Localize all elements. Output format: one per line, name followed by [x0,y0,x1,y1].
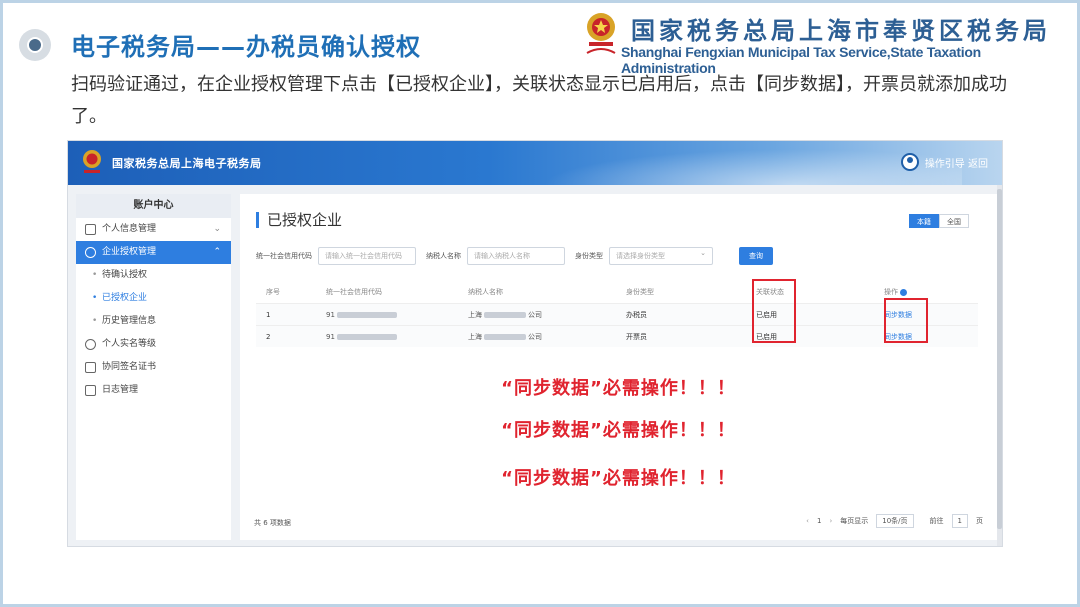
column-header: 纳税人名称 [468,288,503,296]
row-credit-code: 91 [326,326,399,348]
scope-toggle[interactable]: 本籍 全国 [909,214,969,228]
row-index: 1 [266,311,271,319]
page-unit: 页 [976,517,983,525]
sidebar-item-label: 日志管理 [102,385,139,395]
main-panel: 已授权企业 本籍 全国 统一社会信用代码 请输入统一社会信用代码 纳税人名称 请… [240,194,997,540]
table-row: 2 91 上海 公司 开票员 已启用 同步数据 [256,325,978,347]
row-index: 2 [266,333,271,341]
column-header: 统一社会信用代码 [326,288,382,296]
id-card-icon [85,224,96,235]
row-identity: 办税员 [626,311,647,319]
user-avatar-icon[interactable] [900,153,919,171]
info-icon[interactable] [900,288,907,296]
redacted-block [484,334,526,340]
sidebar-item-history[interactable]: 历史管理信息 [76,310,231,333]
sidebar-item-certificate[interactable]: 协同签名证书 [76,356,231,379]
credit-code-input[interactable]: 请输入统一社会信用代码 [318,247,416,265]
certificate-icon [85,362,96,373]
table-header: 序号 统一社会信用代码 纳税人名称 身份类型 关联状态 操作 [256,281,978,303]
sidebar-item-label: 企业授权管理 [102,247,157,257]
user-icon [85,339,96,350]
page-size-select[interactable]: 10条/页 [876,514,914,528]
row-credit-code: 91 [326,304,399,326]
taxpayer-label: 纳税人名称 [426,252,461,260]
total-count: 共 6 项数据 [254,519,291,527]
query-button[interactable]: 查询 [739,247,773,265]
tax-emblem-icon [586,13,616,54]
sidebar-item-label: 个人实名等级 [102,339,157,349]
row-taxpayer-name: 上海 公司 [468,304,542,326]
chevron-up-icon: ⌃ [213,247,221,257]
app-title: 国家税务总局上海电子税务局 [112,157,262,170]
row-identity: 开票员 [626,333,647,341]
taxpayer-input[interactable]: 请输入纳税人名称 [467,247,565,265]
user-menu[interactable]: 操作引导 返回 [900,153,988,171]
app-header: 国家税务总局上海电子税务局 操作引导 返回 [68,141,1002,185]
status-highlight-box [752,279,796,343]
app-screenshot: 国家税务总局上海电子税务局 操作引导 返回 账户中心 个人信息管理 ⌄ 企业授权… [67,140,1003,547]
name-suffix: 公司 [528,311,542,319]
warning-text: “同步数据”必需操作！！！ [501,378,736,399]
slide: 电子税务局——办税员确认授权 国家税务总局上海市奉贤区税务局 Shanghai … [0,0,1080,607]
redacted-block [336,334,397,340]
pagination: ‹ 1 › 每页显示 10条/页 前往 1 页 [806,514,983,528]
current-page[interactable]: 1 [817,517,821,525]
header-links[interactable]: 操作引导 返回 [925,155,988,170]
warning-text: “同步数据”必需操作！！！ [501,420,736,441]
sidebar-item-pending-auth[interactable]: 待确认授权 [76,264,231,287]
column-header: 序号 [266,288,280,296]
sidebar-item-realname-level[interactable]: 个人实名等级 [76,333,231,356]
column-header: 身份类型 [626,288,654,296]
redacted-block [484,312,526,318]
log-icon [85,385,96,396]
segment-local[interactable]: 本籍 [909,214,939,228]
sidebar-item-logs[interactable]: 日志管理 [76,379,231,402]
sidebar-item-label: 协同签名证书 [102,362,157,372]
page-size-label: 每页显示 [840,517,869,525]
org-name-cn: 国家税务总局上海市奉贤区税务局 [631,17,1051,45]
warning-text: “同步数据”必需操作！！！ [501,468,736,489]
check-circle-icon [85,247,96,258]
name-suffix: 公司 [528,333,542,341]
goto-label: 前往 [929,517,944,525]
identity-select[interactable]: 请选择身份类型 [609,245,713,265]
chevron-down-icon: ⌄ [213,224,221,234]
credit-code-label: 统一社会信用代码 [256,252,312,260]
table-row: 1 91 上海 公司 办税员 已启用 同步数据 [256,303,978,325]
sidebar-item-personal-info[interactable]: 个人信息管理 ⌄ [76,218,231,241]
name-prefix: 上海 [468,333,482,341]
filter-bar: 统一社会信用代码 请输入统一社会信用代码 纳税人名称 请输入纳税人名称 身份类型… [256,245,773,265]
sidebar-item-label: 个人信息管理 [102,224,157,234]
redacted-block [336,312,397,318]
scrollbar[interactable] [997,185,1002,546]
sidebar-item-enterprise-auth[interactable]: 企业授权管理 ⌃ [76,241,231,264]
name-prefix: 上海 [468,311,482,319]
bullet-circle-icon [19,29,51,61]
sidebar: 账户中心 个人信息管理 ⌄ 企业授权管理 ⌃ 待确认授权 已授权企业 历史管理信… [76,194,231,540]
code-prefix: 91 [326,311,335,319]
page-title: 已授权企业 [256,212,342,228]
row-taxpayer-name: 上海 公司 [468,326,542,348]
instruction-text: 扫码验证通过，在企业授权管理下点击【已授权企业】，关联状态显示已启用后，点击【同… [71,74,1007,127]
sidebar-item-authorized-enterprise[interactable]: 已授权企业 [76,287,231,310]
code-prefix: 91 [326,333,335,341]
identity-label: 身份类型 [575,252,603,260]
action-highlight-box [884,298,928,343]
sidebar-header: 账户中心 [76,194,231,218]
column-header-label: 操作 [884,288,898,296]
prev-page-icon[interactable]: ‹ [806,517,809,525]
slide-title: 电子税务局——办税员确认授权 [71,33,421,61]
next-page-icon[interactable]: › [829,517,832,525]
goto-page-input[interactable]: 1 [951,514,968,528]
segment-national[interactable]: 全国 [939,214,969,228]
tax-emblem-icon [83,150,101,173]
